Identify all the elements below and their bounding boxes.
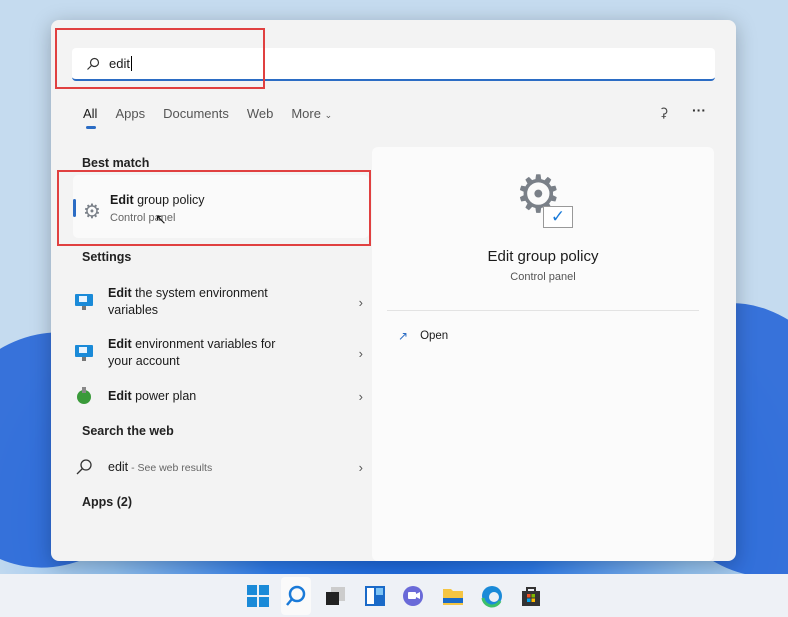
highlight-best-match <box>57 170 371 246</box>
detail-subtitle: Control panel <box>510 271 576 283</box>
settings-heading: Settings <box>82 250 132 264</box>
checkbox-icon: ✓ <box>543 206 573 228</box>
task-view-icon[interactable] <box>323 584 347 608</box>
file-explorer-icon[interactable] <box>441 584 465 608</box>
start-search-panel: edit All Apps Documents Web More ⌄ ⚳ ···… <box>51 20 736 561</box>
tab-apps[interactable]: Apps <box>115 106 145 121</box>
settings-item-power-plan[interactable]: Edit power plan › <box>73 386 369 406</box>
filter-tabs: All Apps Documents Web More ⌄ <box>83 106 332 129</box>
more-options-button[interactable]: ··· <box>692 102 706 118</box>
tab-documents[interactable]: Documents <box>163 106 229 121</box>
web-search-item[interactable]: edit - See web results › <box>73 457 369 477</box>
chevron-right-icon: › <box>358 345 363 361</box>
windows-start-icon[interactable] <box>246 584 270 608</box>
taskbar <box>0 574 788 617</box>
divider <box>387 310 699 311</box>
settings-item-system-env[interactable]: Edit the system environment variables › <box>73 285 369 319</box>
teams-chat-icon[interactable] <box>401 584 425 608</box>
settings-item-user-env[interactable]: Edit environment variables for your accou… <box>73 336 369 370</box>
search-taskbar-icon[interactable] <box>284 584 308 608</box>
chevron-down-icon: ⌄ <box>324 110 333 120</box>
tab-all[interactable]: All <box>83 106 97 129</box>
monitor-icon <box>75 294 93 310</box>
monitor-icon <box>75 345 93 361</box>
edge-browser-icon[interactable] <box>480 584 504 608</box>
apps-heading[interactable]: Apps (2) <box>82 495 132 509</box>
open-action[interactable]: ↗ Open <box>398 329 448 343</box>
best-match-heading: Best match <box>82 156 150 170</box>
tab-web[interactable]: Web <box>247 106 274 121</box>
tab-more[interactable]: More ⌄ <box>291 106 332 121</box>
detail-title: Edit group policy <box>487 248 599 265</box>
mouse-cursor: ↖ <box>155 211 167 227</box>
chevron-right-icon: › <box>358 388 363 404</box>
search-icon <box>76 459 92 475</box>
detail-pane: ⚙ ✓ Edit group policy Control panel ↗ Ope… <box>372 147 714 561</box>
search-web-heading: Search the web <box>82 424 174 438</box>
power-plan-icon <box>77 387 91 404</box>
open-external-icon: ↗ <box>398 329 409 343</box>
switch-account-icon[interactable]: ⚳ <box>659 105 669 121</box>
widgets-icon[interactable] <box>363 584 387 608</box>
chevron-right-icon: › <box>358 459 363 475</box>
microsoft-store-icon[interactable] <box>519 584 543 608</box>
chevron-right-icon: › <box>358 294 363 310</box>
highlight-search <box>55 28 265 89</box>
